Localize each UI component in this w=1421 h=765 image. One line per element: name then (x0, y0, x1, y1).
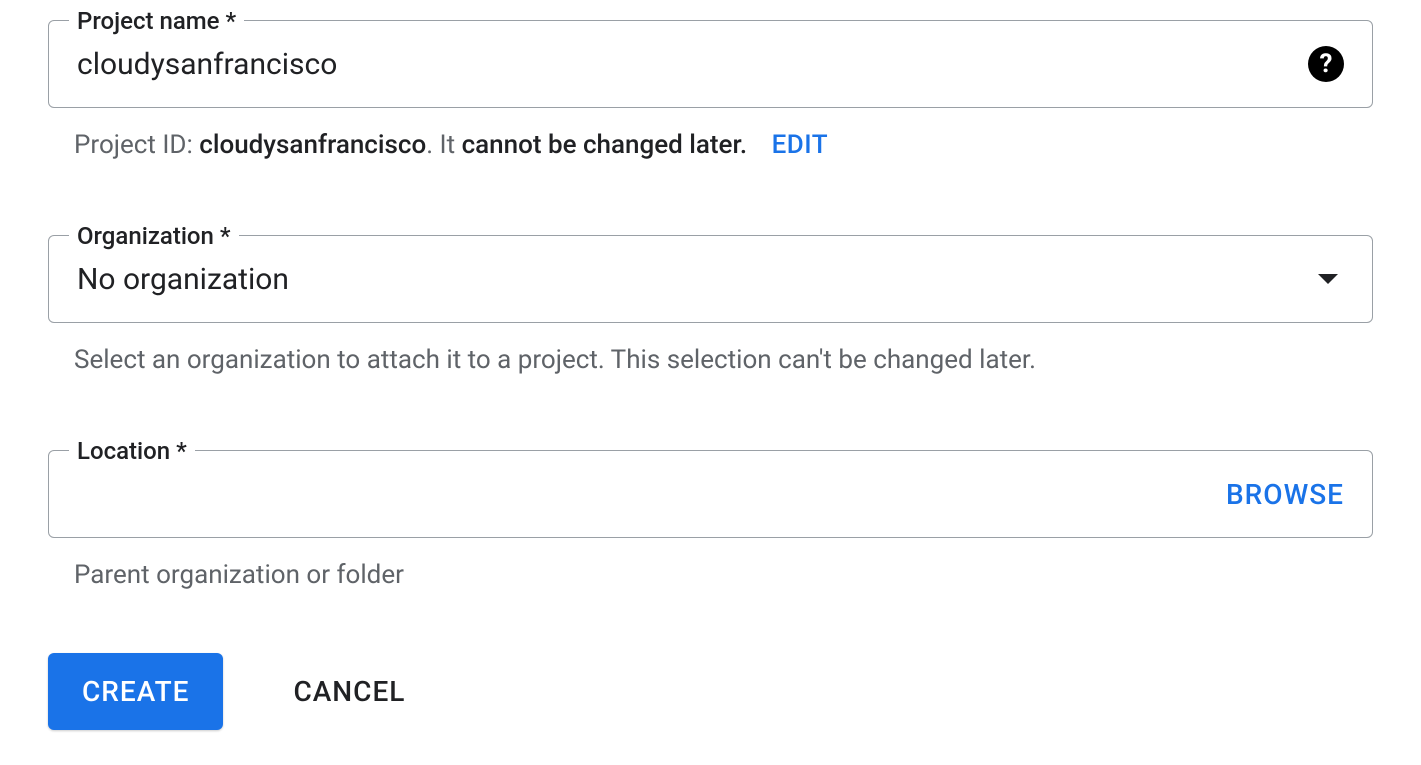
project-name-input[interactable] (77, 47, 1308, 82)
project-name-field-wrapper: Project name * ? Project ID: cloudysanfr… (48, 20, 1373, 165)
project-id-suffix-bold: cannot be changed later. (462, 130, 748, 160)
organization-label: Organization * (69, 222, 239, 250)
location-label: Location * (69, 437, 195, 465)
organization-field-wrapper: Organization * No organization Select an… (48, 235, 1373, 380)
project-id-helper: Project ID: cloudysanfrancisco. It canno… (74, 126, 1373, 165)
cancel-button[interactable]: CANCEL (283, 653, 415, 730)
organization-value: No organization (77, 262, 289, 297)
new-project-form: Project name * ? Project ID: cloudysanfr… (48, 20, 1373, 730)
organization-field[interactable]: Organization * No organization (48, 235, 1373, 323)
project-id-prefix: Project ID: (74, 130, 199, 160)
button-row: CREATE CANCEL (48, 653, 1373, 730)
project-id-value: cloudysanfrancisco (199, 130, 426, 160)
location-field[interactable]: Location * BROWSE (48, 450, 1373, 538)
create-button[interactable]: CREATE (48, 653, 223, 730)
edit-project-id-button[interactable]: EDIT (772, 130, 829, 160)
location-field-wrapper: Location * BROWSE Parent organization or… (48, 450, 1373, 595)
project-name-label: Project name * (69, 7, 244, 35)
organization-select[interactable]: No organization (77, 262, 1344, 297)
browse-button[interactable]: BROWSE (1226, 478, 1344, 511)
project-id-suffix-plain: . It (426, 130, 461, 160)
chevron-down-icon (1318, 274, 1338, 284)
location-helper: Parent organization or folder (74, 556, 1373, 595)
help-icon[interactable]: ? (1308, 46, 1344, 82)
project-name-field[interactable]: Project name * ? (48, 20, 1373, 108)
organization-helper: Select an organization to attach it to a… (74, 341, 1373, 380)
